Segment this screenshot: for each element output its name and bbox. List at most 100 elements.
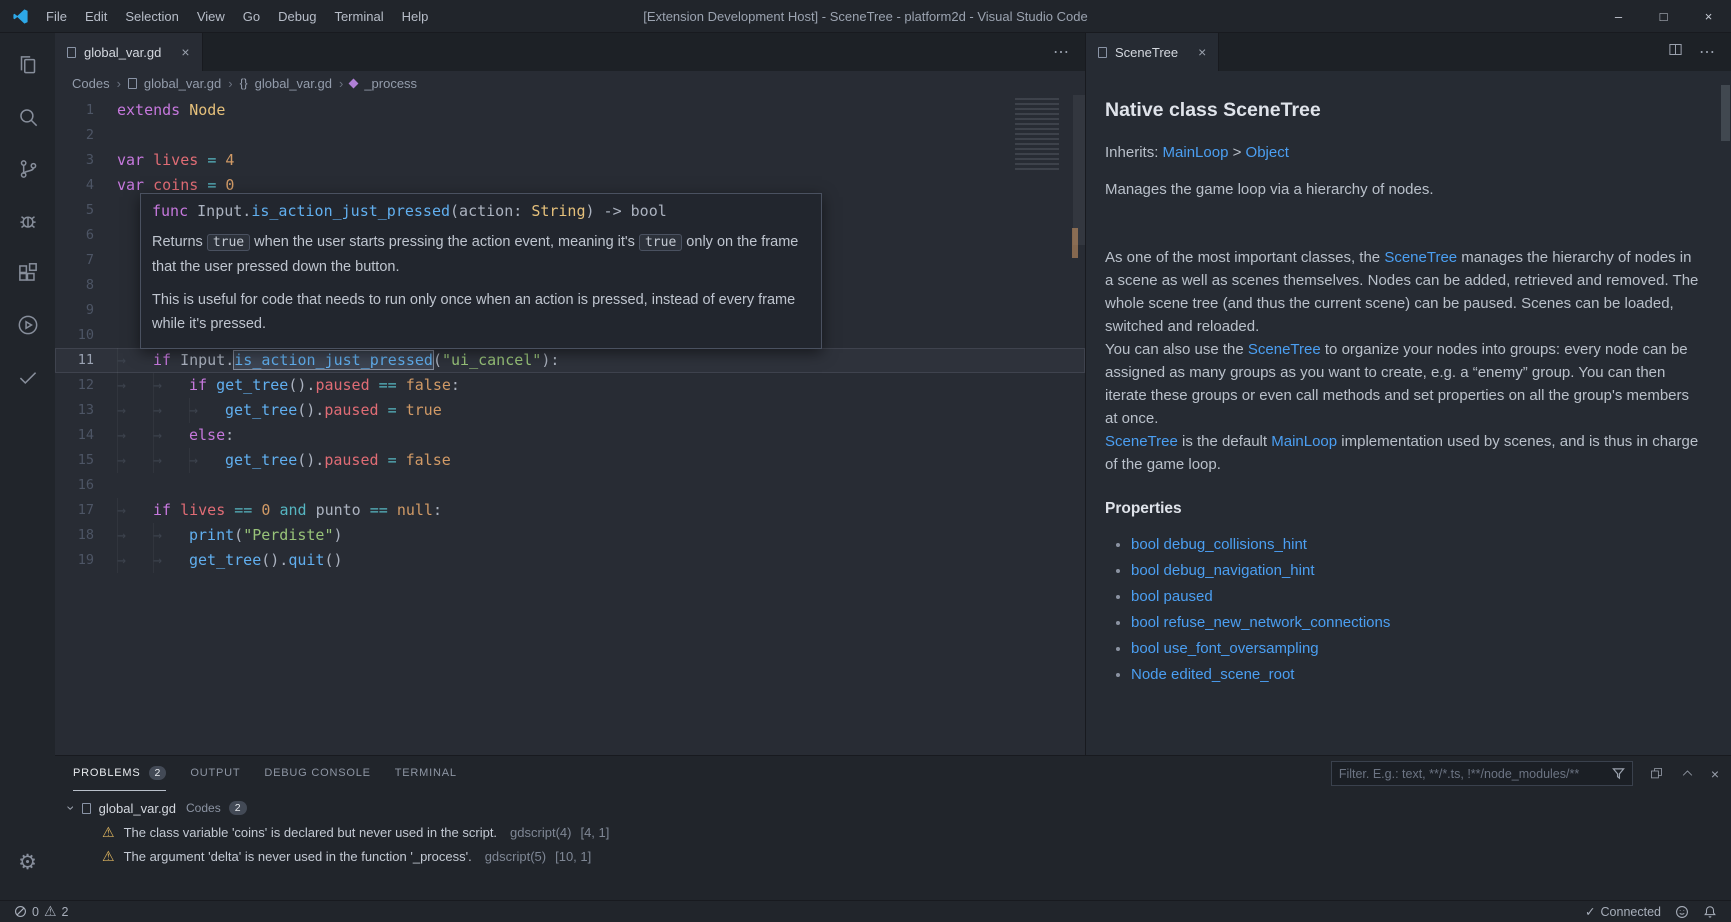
- open-in-editor-icon[interactable]: [1649, 766, 1664, 781]
- run-debug-icon[interactable]: [0, 195, 55, 247]
- error-icon: [14, 905, 27, 918]
- doc-link[interactable]: MainLoop: [1163, 144, 1229, 161]
- code-editor[interactable]: 1extends Node23var lives = 44var coins =…: [55, 95, 1085, 755]
- code-line-16[interactable]: 16: [55, 473, 1085, 498]
- menu-terminal[interactable]: Terminal: [325, 0, 392, 33]
- problems-file-name: global_var.gd: [99, 801, 176, 816]
- play-circle-icon[interactable]: [0, 299, 55, 351]
- problem-source: gdscript(4): [510, 825, 571, 840]
- doc-link[interactable]: SceneTree: [1248, 341, 1321, 358]
- tab-global-var-gd[interactable]: global_var.gd ×: [55, 33, 203, 71]
- indent-tab-icon: →: [117, 423, 153, 448]
- notifications-bell-icon[interactable]: [1703, 905, 1717, 919]
- problem-item[interactable]: ⚠ The argument 'delta' is never used in …: [55, 844, 1731, 868]
- code-token: =: [207, 151, 216, 169]
- doc-link[interactable]: SceneTree: [1105, 433, 1178, 450]
- code-line-19[interactable]: 19→→get_tree().quit(): [55, 548, 1085, 573]
- property-link[interactable]: bool refuse_new_network_connections: [1131, 614, 1390, 631]
- code-token: [397, 451, 406, 469]
- code-line-2[interactable]: 2: [55, 123, 1085, 148]
- minimap[interactable]: [1015, 98, 1059, 170]
- panel-tab-output[interactable]: OUTPUT: [190, 756, 240, 791]
- feedback-smiley-icon[interactable]: [1675, 905, 1689, 919]
- code-line-14[interactable]: 14→→else:: [55, 423, 1085, 448]
- tab-scenetree[interactable]: SceneTree ×: [1086, 33, 1219, 71]
- indent-tab-icon: →: [189, 398, 225, 423]
- line-number: 14: [55, 423, 117, 448]
- property-link[interactable]: bool use_font_oversampling: [1131, 640, 1319, 657]
- connected-label: Connected: [1601, 905, 1661, 919]
- menu-edit[interactable]: Edit: [76, 0, 116, 33]
- menu-file[interactable]: File: [37, 0, 76, 33]
- more-actions-icon[interactable]: ⋯: [1053, 42, 1069, 62]
- code-token: paused: [315, 376, 369, 394]
- property-link[interactable]: Node edited_scene_root: [1131, 666, 1294, 683]
- connected-status[interactable]: ✓ Connected: [1585, 904, 1661, 919]
- extensions-icon[interactable]: [0, 247, 55, 299]
- panel-tab-problems[interactable]: PROBLEMS2: [73, 756, 166, 791]
- menu-selection[interactable]: Selection: [116, 0, 187, 33]
- code-token: if: [153, 501, 171, 519]
- maximize-panel-icon[interactable]: [1680, 766, 1695, 781]
- close-tab-icon[interactable]: ×: [181, 44, 189, 60]
- menu-view[interactable]: View: [188, 0, 234, 33]
- close-window-button[interactable]: ×: [1686, 0, 1731, 32]
- doc-link[interactable]: SceneTree: [1384, 249, 1457, 266]
- menu-go[interactable]: Go: [234, 0, 269, 33]
- filter-input[interactable]: [1339, 767, 1606, 781]
- code-line-17[interactable]: 17→if lives == 0 and punto == null:: [55, 498, 1085, 523]
- source-control-icon[interactable]: [0, 143, 55, 195]
- menu-help[interactable]: Help: [393, 0, 438, 33]
- property-link[interactable]: bool paused: [1131, 588, 1213, 605]
- doc-inherits: Inherits: MainLoop > Object: [1105, 144, 1703, 161]
- line-number: 17: [55, 498, 117, 523]
- filter-funnel-icon[interactable]: [1612, 767, 1625, 780]
- line-number: 18: [55, 523, 117, 548]
- chevron-down-icon[interactable]: ›: [63, 806, 79, 811]
- search-icon[interactable]: [0, 91, 55, 143]
- file-icon: [1098, 47, 1107, 58]
- property-link[interactable]: bool debug_navigation_hint: [1131, 562, 1315, 579]
- code-token: get_tree: [189, 551, 261, 569]
- more-actions-icon[interactable]: ⋯: [1699, 42, 1715, 62]
- problems-file-group[interactable]: › global_var.gd Codes 2: [55, 796, 1731, 820]
- tests-check-icon[interactable]: [0, 351, 55, 403]
- menu-debug[interactable]: Debug: [269, 0, 325, 33]
- maximize-button[interactable]: □: [1641, 0, 1686, 32]
- hover-signature-token: func: [152, 202, 188, 220]
- code-line-1[interactable]: 1extends Node: [55, 98, 1085, 123]
- code-line-18[interactable]: 18→→print("Perdiste"): [55, 523, 1085, 548]
- docs-scrollbar[interactable]: [1721, 85, 1730, 141]
- code-line-3[interactable]: 3var lives = 4: [55, 148, 1085, 173]
- doc-description: As one of the most important classes, th…: [1105, 246, 1703, 476]
- breadcrumb-folder[interactable]: Codes: [72, 76, 110, 91]
- split-editor-icon[interactable]: [1668, 42, 1683, 62]
- code-line-13[interactable]: 13→→→get_tree().paused = true: [55, 398, 1085, 423]
- settings-gear-icon[interactable]: ⚙: [0, 836, 55, 888]
- problem-item[interactable]: ⚠ The class variable 'coins' is declared…: [55, 820, 1731, 844]
- panel-tab-debug-console[interactable]: DEBUG CONSOLE: [264, 756, 370, 791]
- doc-link[interactable]: MainLoop: [1271, 433, 1337, 450]
- code-line-12[interactable]: 12→→if get_tree().paused == false:: [55, 373, 1085, 398]
- breadcrumb-method[interactable]: _process: [364, 76, 417, 91]
- minimize-button[interactable]: –: [1596, 0, 1641, 32]
- breadcrumb-class[interactable]: global_var.gd: [255, 76, 332, 91]
- code-token: false: [406, 451, 451, 469]
- panel-tab-terminal[interactable]: TERMINAL: [395, 756, 457, 791]
- close-panel-icon[interactable]: ×: [1711, 766, 1719, 782]
- editor-scrollbar[interactable]: [1073, 95, 1085, 245]
- explorer-icon[interactable]: [0, 39, 55, 91]
- code-line-15[interactable]: 15→→→get_tree().paused = false: [55, 448, 1085, 473]
- breadcrumb-file[interactable]: global_var.gd: [144, 76, 221, 91]
- close-tab-icon[interactable]: ×: [1198, 44, 1206, 60]
- tab-label: SceneTree: [1115, 45, 1178, 60]
- code-line-11[interactable]: 11→if Input.is_action_just_pressed("ui_c…: [55, 348, 1085, 373]
- docs-tabbar: SceneTree × ⋯: [1086, 33, 1731, 71]
- property-link[interactable]: bool debug_collisions_hint: [1131, 536, 1307, 553]
- code-token: (: [433, 351, 442, 369]
- problems-indicator[interactable]: 0 ⚠ 2: [14, 903, 68, 920]
- doc-paragraph: SceneTree is the default MainLoop implem…: [1105, 430, 1703, 476]
- doc-link[interactable]: Object: [1246, 144, 1289, 161]
- property-item: bool debug_navigation_hint: [1131, 558, 1703, 584]
- code-token: (: [234, 526, 243, 544]
